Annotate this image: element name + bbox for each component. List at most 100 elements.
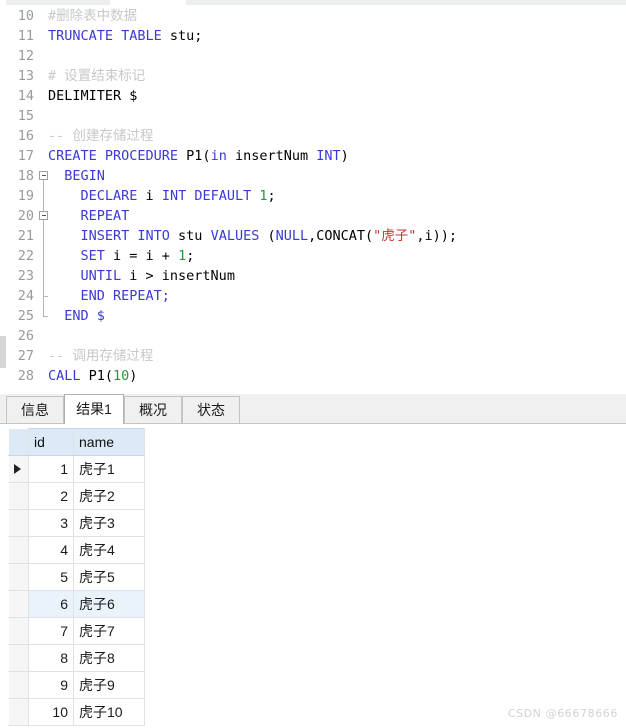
fold-collapse-icon[interactable] bbox=[39, 211, 48, 220]
cell-id[interactable]: 7 bbox=[28, 617, 74, 645]
code-token: "虎子" bbox=[373, 228, 417, 244]
table-row[interactable]: 2 虎子2 bbox=[8, 482, 145, 510]
code-text: #删除表中数据 bbox=[48, 6, 137, 26]
cell-id[interactable]: 10 bbox=[28, 698, 74, 726]
cell-name[interactable]: 虎子3 bbox=[73, 509, 145, 537]
result-tab-label: 结果1 bbox=[76, 401, 112, 417]
code-token: # 设置结束标记 bbox=[48, 68, 146, 84]
code-line[interactable]: 28 CALL P1(10) bbox=[0, 366, 626, 386]
line-number: 19 bbox=[17, 188, 34, 204]
result-tab-2[interactable]: 结果1 bbox=[64, 394, 124, 424]
code-line[interactable]: 25 END $ bbox=[0, 306, 626, 326]
table-row[interactable]: 4 虎子4 bbox=[8, 536, 145, 564]
fold-gutter-cell bbox=[38, 326, 50, 346]
row-marker-cell[interactable] bbox=[8, 590, 29, 618]
fold-gutter-cell bbox=[38, 106, 50, 126]
sql-editor[interactable]: 10 #删除表中数据 11 TRUNCATE TABLE stu; 12 13 # 设置结束… bbox=[0, 6, 626, 392]
cell-id[interactable]: 2 bbox=[28, 482, 74, 510]
row-marker-cell[interactable] bbox=[8, 509, 29, 537]
code-line[interactable]: 20 REPEAT bbox=[0, 206, 626, 226]
table-row[interactable]: 1 虎子1 bbox=[8, 455, 145, 483]
code-line[interactable]: 21 INSERT INTO stu VALUES (NULL,CONCAT("… bbox=[0, 226, 626, 246]
code-token: INT DEFAULT bbox=[153, 188, 260, 204]
row-marker-cell[interactable] bbox=[8, 671, 29, 699]
row-marker-header bbox=[8, 428, 29, 456]
result-grid[interactable]: id name 1 虎子1 2 虎子2 3 虎子3 4 虎子4 5 虎子5 6 虎子6 7 虎子7 8 虎子8… bbox=[8, 428, 145, 726]
table-row[interactable]: 7 虎子7 bbox=[8, 617, 145, 645]
code-text: CALL P1(10) bbox=[48, 366, 137, 386]
table-row[interactable]: 8 虎子8 bbox=[8, 644, 145, 672]
code-line[interactable]: 10 #删除表中数据 bbox=[0, 6, 626, 26]
code-line[interactable]: 18 BEGIN bbox=[0, 166, 626, 186]
code-token: in bbox=[210, 148, 227, 164]
row-marker-cell[interactable] bbox=[8, 563, 29, 591]
row-marker-cell[interactable] bbox=[8, 482, 29, 510]
row-marker-cell[interactable] bbox=[8, 455, 29, 483]
result-grid-panel[interactable]: id name 1 虎子1 2 虎子2 3 虎子3 4 虎子4 5 虎子5 6 虎子6 7 虎子7 8 虎子8… bbox=[0, 424, 626, 728]
result-tab-bar: 信息 结果1 概况 状态 bbox=[0, 394, 626, 424]
code-token: REPEAT bbox=[48, 208, 130, 224]
code-line[interactable]: 19 DECLARE i INT DEFAULT 1; bbox=[0, 186, 626, 206]
fold-gutter-cell bbox=[38, 46, 50, 66]
row-marker-cell[interactable] bbox=[8, 536, 29, 564]
cell-id[interactable]: 6 bbox=[28, 590, 74, 618]
result-tab-label: 概况 bbox=[139, 402, 167, 418]
fold-collapse-icon[interactable] bbox=[39, 171, 48, 180]
code-line[interactable]: 23 UNTIL i > insertNum bbox=[0, 266, 626, 286]
line-number: 25 bbox=[17, 308, 34, 324]
table-row[interactable]: 10 虎子10 bbox=[8, 698, 145, 726]
code-line[interactable]: 14 DELIMITER $ bbox=[0, 86, 626, 106]
cell-name[interactable]: 虎子10 bbox=[73, 698, 145, 726]
fold-guide-line bbox=[43, 186, 44, 206]
table-row[interactable]: 6 虎子6 bbox=[8, 590, 145, 618]
row-marker-cell[interactable] bbox=[8, 644, 29, 672]
cell-id[interactable]: 8 bbox=[28, 644, 74, 672]
code-line[interactable]: 12 bbox=[0, 46, 626, 66]
cell-name[interactable]: 虎子9 bbox=[73, 671, 145, 699]
code-line[interactable]: 13 # 设置结束标记 bbox=[0, 66, 626, 86]
table-row[interactable]: 5 虎子5 bbox=[8, 563, 145, 591]
code-text: SET i = i + 1; bbox=[48, 246, 195, 266]
result-tab-4[interactable]: 状态 bbox=[182, 396, 240, 424]
cell-id[interactable]: 1 bbox=[28, 455, 74, 483]
table-row[interactable]: 9 虎子9 bbox=[8, 671, 145, 699]
row-marker-cell[interactable] bbox=[8, 617, 29, 645]
csdn-watermark: CSDN @66678666 bbox=[507, 707, 618, 720]
cell-id[interactable]: 9 bbox=[28, 671, 74, 699]
cell-name[interactable]: 虎子1 bbox=[73, 455, 145, 483]
cell-name[interactable]: 虎子5 bbox=[73, 563, 145, 591]
code-text: -- 创建存储过程 bbox=[48, 126, 153, 146]
code-token: END REPEAT; bbox=[48, 288, 170, 304]
line-number: 24 bbox=[17, 288, 34, 304]
code-line[interactable]: 11 TRUNCATE TABLE stu; bbox=[0, 26, 626, 46]
result-tab-1[interactable]: 信息 bbox=[6, 396, 64, 424]
code-line[interactable]: 15 bbox=[0, 106, 626, 126]
code-token: CREATE PROCEDURE bbox=[48, 148, 187, 164]
result-tab-label: 信息 bbox=[21, 402, 49, 418]
column-header-name[interactable]: name bbox=[73, 428, 145, 456]
code-line[interactable]: 27 -- 调用存储过程 bbox=[0, 346, 626, 366]
cell-name[interactable]: 虎子2 bbox=[73, 482, 145, 510]
code-token: stu; bbox=[169, 28, 203, 44]
code-line[interactable]: 16 -- 创建存储过程 bbox=[0, 126, 626, 146]
line-number: 12 bbox=[17, 48, 34, 64]
code-line[interactable]: 24 END REPEAT; bbox=[0, 286, 626, 306]
code-text: BEGIN bbox=[48, 166, 105, 186]
code-line[interactable]: 26 bbox=[0, 326, 626, 346]
cell-name[interactable]: 虎子4 bbox=[73, 536, 145, 564]
code-token: #删除表中数据 bbox=[48, 8, 138, 24]
result-tab-3[interactable]: 概况 bbox=[124, 396, 182, 424]
code-line[interactable]: 22 SET i = i + 1; bbox=[0, 246, 626, 266]
cell-name[interactable]: 虎子7 bbox=[73, 617, 145, 645]
column-header-id[interactable]: id bbox=[28, 428, 74, 456]
code-line[interactable]: 17 CREATE PROCEDURE P1(in insertNum INT) bbox=[0, 146, 626, 166]
cell-id[interactable]: 5 bbox=[28, 563, 74, 591]
fold-guide-line bbox=[43, 246, 44, 266]
code-token: NULL bbox=[275, 228, 309, 244]
cell-name[interactable]: 虎子6 bbox=[73, 590, 145, 618]
table-row[interactable]: 3 虎子3 bbox=[8, 509, 145, 537]
cell-id[interactable]: 4 bbox=[28, 536, 74, 564]
row-marker-cell[interactable] bbox=[8, 698, 29, 726]
cell-id[interactable]: 3 bbox=[28, 509, 74, 537]
cell-name[interactable]: 虎子8 bbox=[73, 644, 145, 672]
